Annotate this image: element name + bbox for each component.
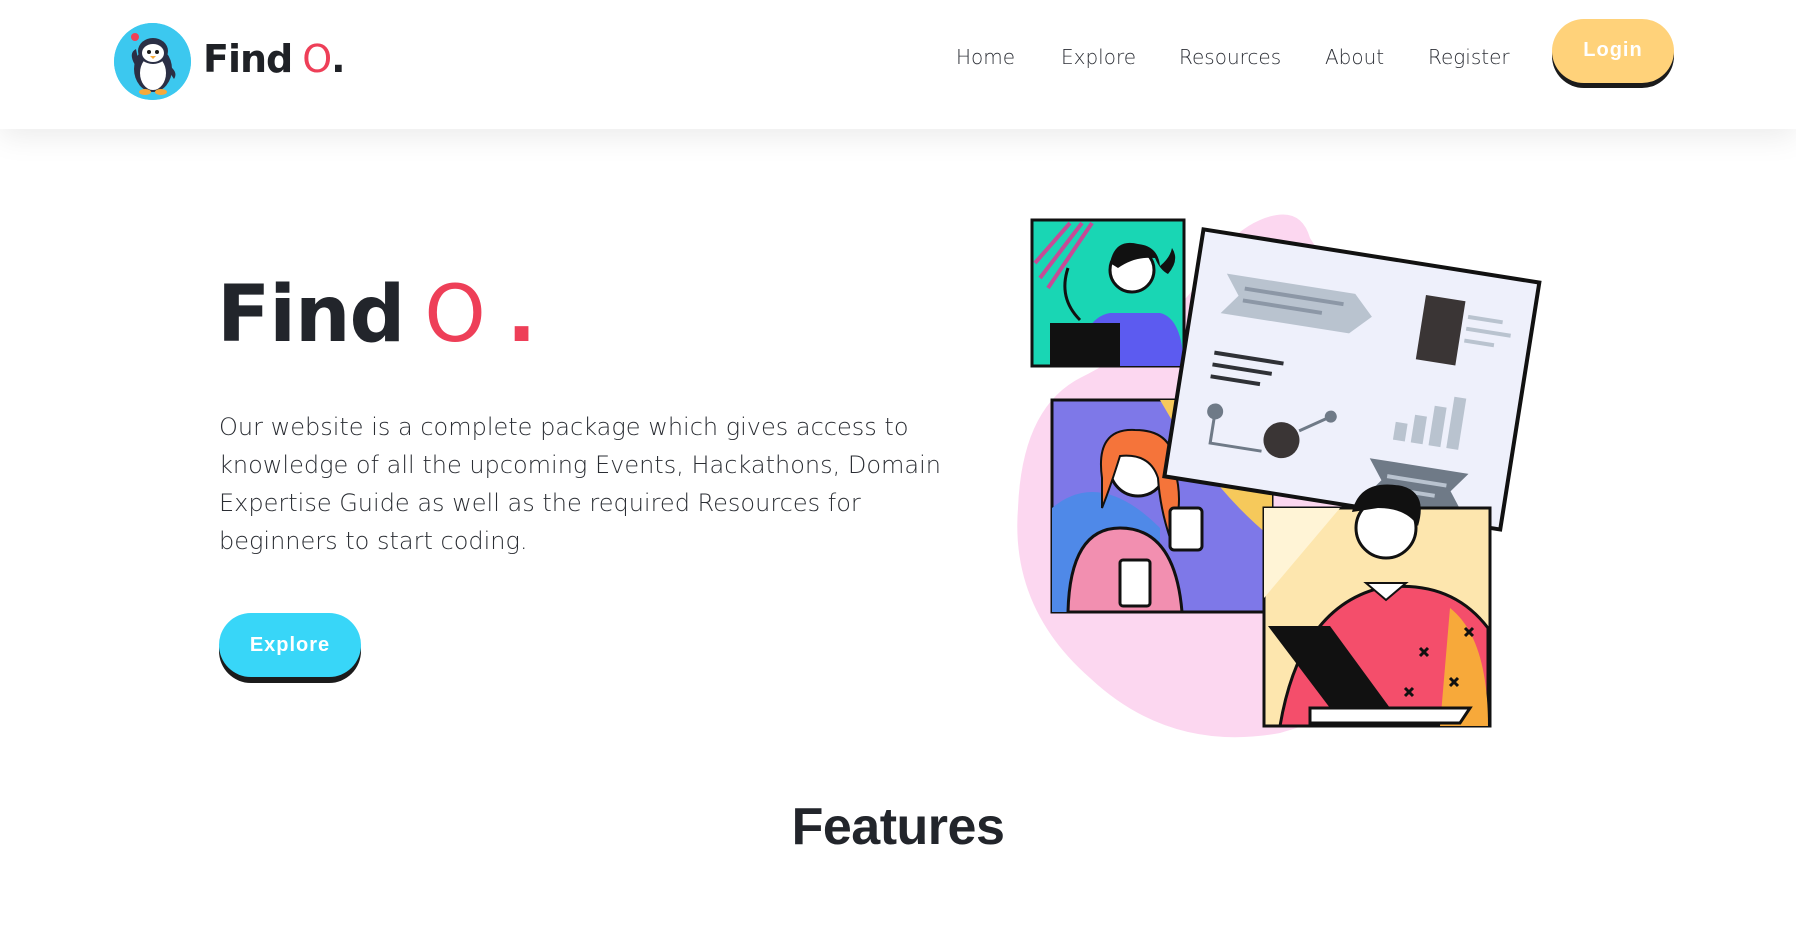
explore-button[interactable]: Explore <box>219 613 361 677</box>
features-heading: Features <box>791 798 1005 856</box>
nav-link-about[interactable]: About <box>1325 45 1384 69</box>
video-call-illustration <box>1010 208 1550 740</box>
nav-link-home[interactable]: Home <box>956 45 1015 69</box>
login-button[interactable]: Login <box>1552 19 1674 83</box>
penguin-logo-icon[interactable] <box>114 23 191 100</box>
brand-o: O <box>302 37 332 81</box>
nav-link-explore[interactable]: Explore <box>1061 45 1136 69</box>
brand-dot: . <box>331 37 345 81</box>
hero-title-dot: . <box>506 270 537 360</box>
hero-title-word: Find <box>217 270 405 360</box>
brand-logo-text[interactable]: Find O. <box>203 36 346 82</box>
nav-link-register[interactable]: Register <box>1428 45 1510 69</box>
top-navbar: Find O. Home Explore Resources About Regi… <box>0 0 1796 129</box>
brand-name: Find <box>203 37 293 81</box>
hero-title: Find O. <box>217 270 537 360</box>
nav-link-resources[interactable]: Resources <box>1179 45 1281 69</box>
hero-description: Our website is a complete package which … <box>219 413 942 555</box>
hero-title-o: O <box>424 270 485 360</box>
